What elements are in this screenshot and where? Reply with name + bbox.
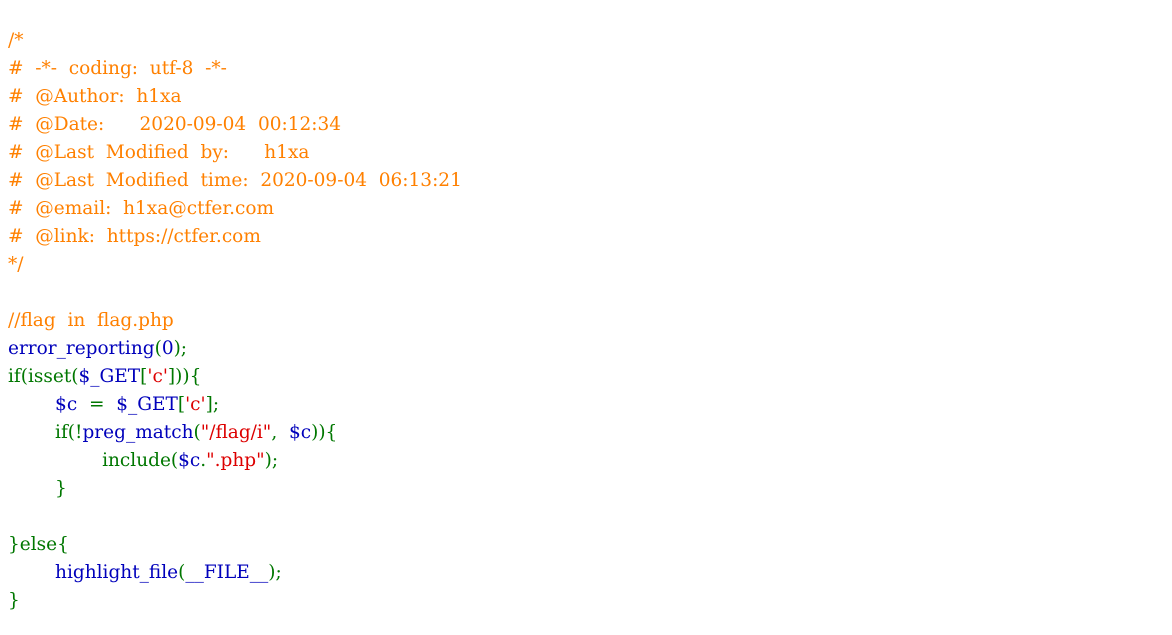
code-token-comment: # @Date: 2020-09-04 00:12:34: [8, 114, 342, 135]
code-line: /*: [8, 27, 462, 55]
code-line: }: [8, 475, 462, 503]
code-line: */: [8, 251, 462, 279]
code-token-keyword: }: [8, 478, 67, 499]
code-token-default: $c: [288, 422, 312, 443]
code-line: # @link: https://ctfer.com: [8, 223, 462, 251]
code-line: }: [8, 587, 462, 615]
code-token-keyword: );: [264, 450, 279, 471]
code-line: # @Date: 2020-09-04 00:12:34: [8, 111, 462, 139]
code-token-comment: # @email: h1xa@ctfer.com: [8, 198, 275, 219]
code-token-keyword: )){: [311, 422, 338, 443]
code-line: //flag in flag.php: [8, 307, 462, 335]
code-line: # @Last Modified time: 2020-09-04 06:13:…: [8, 167, 462, 195]
code-token-comment: # @Author: h1xa: [8, 86, 182, 107]
code-token-string: 'c': [147, 366, 168, 387]
code-token-string: 'c': [185, 394, 206, 415]
code-token-default: $_GET: [78, 366, 141, 387]
code-token-comment: //flag in flag.php: [8, 310, 174, 331]
code-token-keyword: (: [154, 338, 162, 359]
code-token-comment: # @link: https://ctfer.com: [8, 226, 261, 247]
code-token-keyword: =: [88, 394, 117, 415]
code-token-comment: /*: [8, 30, 24, 51]
code-token-default: __FILE__: [185, 562, 269, 583]
code-token-keyword: ];: [205, 394, 220, 415]
code-token-keyword: );: [173, 338, 188, 359]
code-line: if(!preg_match("/flag/i", $c)){: [8, 419, 462, 447]
code-token-default: $_GET: [116, 394, 178, 415]
code-token-comment: # @Last Modified by: h1xa: [8, 142, 310, 163]
code-token-keyword: );: [268, 562, 282, 583]
code-token-keyword: }: [8, 590, 20, 611]
code-line: $c = $_GET['c'];: [8, 391, 462, 419]
code-token-default: $c: [178, 450, 201, 471]
code-line: include($c.".php");: [8, 447, 462, 475]
code-token-keyword: [: [177, 394, 186, 415]
code-token-string: ".php": [206, 450, 265, 471]
code-line: error_reporting(0);: [8, 335, 462, 363]
code-token-keyword: ])){: [167, 366, 202, 387]
code-line: # @Author: h1xa: [8, 83, 462, 111]
code-token-keyword: [8, 562, 55, 583]
code-token-keyword: (: [193, 422, 201, 443]
code-token-keyword: [8, 394, 55, 415]
code-token-default: 0: [161, 338, 174, 359]
code-token-keyword: include(: [8, 450, 179, 471]
code-token-keyword: }else{: [8, 534, 69, 555]
code-token-default: highlight_file: [55, 562, 179, 583]
code-token-keyword: if(isset(: [8, 366, 79, 387]
code-line: # -*- coding: utf-8 -*-: [8, 55, 462, 83]
code-token-default: error_reporting: [8, 338, 155, 359]
code-line: if(isset($_GET['c'])){: [8, 363, 462, 391]
code-token-comment: # -*- coding: utf-8 -*-: [8, 58, 227, 79]
code-line: }else{: [8, 531, 462, 559]
code-line: # @Last Modified by: h1xa: [8, 139, 462, 167]
code-line: highlight_file(__FILE__);: [8, 559, 462, 587]
highlighted-source-code: /* # -*- coding: utf-8 -*- # @Author: h1xa…: [8, 27, 462, 615]
code-token-keyword: if(!: [8, 422, 83, 443]
code-token-comment: # @Last Modified time: 2020-09-04 06:13:…: [8, 170, 462, 191]
code-token-comment: */: [8, 254, 24, 275]
code-token-default: preg_match: [82, 422, 194, 443]
code-token-default: $c: [55, 394, 89, 415]
code-token-keyword: ,: [271, 422, 289, 443]
code-token-string: "/flag/i": [200, 422, 272, 443]
code-line: # @email: h1xa@ctfer.com: [8, 195, 462, 223]
